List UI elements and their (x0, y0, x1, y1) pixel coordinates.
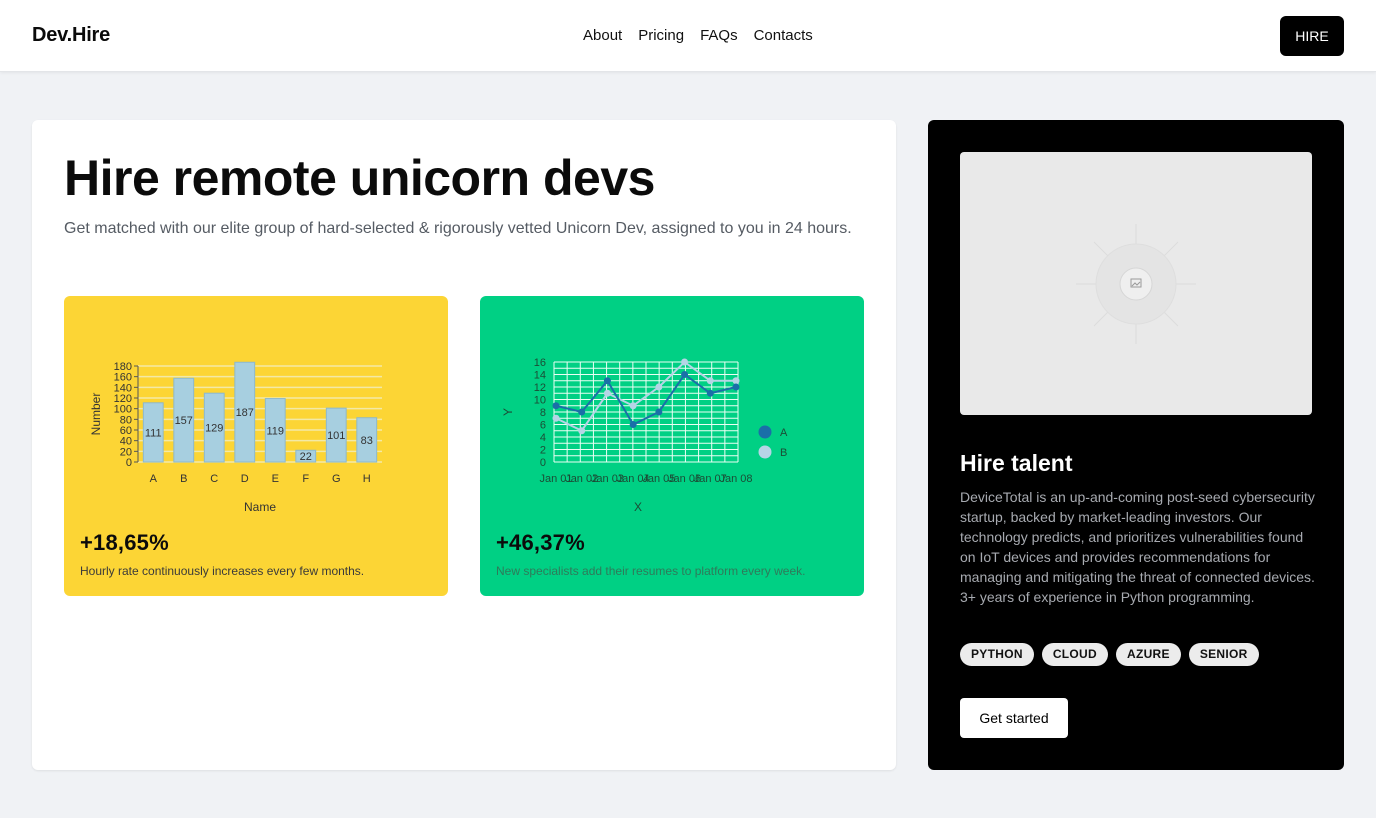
legend-marker-A (758, 425, 772, 439)
hero-card: Hire remote unicorn devs Get matched wit… (32, 120, 896, 770)
stat-value-hourly: +18,65% (80, 530, 169, 555)
line-point-A (578, 408, 586, 416)
bar-x-tick-label: E (272, 473, 279, 485)
bar-y-tick-label: 0 (126, 457, 132, 469)
line-y-tick-label: 6 (540, 420, 546, 432)
main-nav: About Pricing FAQs Contacts (575, 26, 821, 46)
legend-label-A: A (780, 427, 788, 439)
nav-pricing[interactable]: Pricing (630, 26, 692, 46)
bar-x-axis-label: Name (244, 500, 276, 514)
bar-y-tick-label: 120 (114, 393, 132, 405)
bar-x-tick-label: H (363, 473, 371, 485)
bar-data-label: 157 (175, 415, 193, 427)
hero-subtitle: Get matched with our elite group of hard… (64, 220, 852, 237)
get-started-button[interactable]: Get started (960, 698, 1068, 738)
line-point-B (655, 383, 663, 391)
bar-y-tick-label: 80 (120, 414, 132, 426)
bar-data-label: 83 (361, 435, 373, 447)
line-point-B (732, 377, 740, 385)
bar-data-label: 22 (300, 451, 312, 463)
bar-data-label: 129 (205, 423, 223, 435)
tag-python: PYTHON (960, 643, 1034, 666)
bar-y-tick-label: 40 (120, 436, 132, 448)
line-point-A (552, 402, 560, 410)
line-y-tick-label: 12 (534, 382, 546, 394)
bar-chart: 020406080100120140160180 111 A 157 B 129 C 187 D… (89, 361, 382, 514)
line-y-tick-label: 14 (534, 370, 546, 382)
skill-tags: PYTHON CLOUD AZURE SENIOR (960, 643, 1259, 666)
line-y-tick-label: 2 (540, 445, 546, 457)
stat-value-specialists: +46,37% (496, 530, 585, 555)
bar-y-tick-label: 100 (114, 404, 132, 416)
bar-x-tick-label: D (241, 473, 249, 485)
legend-label-B: B (780, 447, 787, 459)
line-point-A (603, 377, 611, 385)
tag-azure: AZURE (1115, 643, 1181, 666)
nav-faqs[interactable]: FAQs (692, 26, 746, 46)
hourly-rate-card: 0 20 40 60 80 100 120 140 160 180 111 A 157 B 129 C 187 D… (64, 296, 448, 596)
bar-y-tick-label: 140 (114, 382, 132, 394)
line-point-A (681, 371, 689, 378)
side-title: Hire talent (960, 450, 1073, 476)
top-navbar: Dev.Hire About Pricing FAQs Contacts HIR… (0, 0, 1376, 72)
hero-title: Hire remote unicorn devs (64, 150, 655, 206)
nav-about[interactable]: About (575, 26, 630, 46)
line-y-tick-label: 8 (540, 407, 546, 419)
line-chart: 0246810121416Jan 01Jan 02Jan 03Jan 04Jan… (501, 357, 788, 514)
bar-x-tick-label: B (180, 473, 187, 485)
line-point-B (681, 358, 689, 366)
line-point-A (732, 383, 740, 391)
line-y-axis-label: Y (501, 408, 515, 416)
bar-data-label: 187 (236, 407, 254, 419)
tag-senior: SENIOR (1188, 643, 1259, 666)
line-point-A (629, 421, 637, 428)
bar-y-tick-label: 60 (120, 425, 132, 437)
bar-data-label: 111 (145, 427, 162, 439)
line-point-B (603, 389, 611, 397)
bar-y-tick-label: 20 (120, 446, 132, 458)
line-y-tick-label: 0 (540, 457, 546, 469)
line-point-B (552, 414, 560, 422)
line-point-B (578, 427, 586, 435)
bar-y-tick-label: 180 (114, 361, 132, 373)
image-placeholder (960, 152, 1312, 415)
specialists-card: 0 2 4 6 8 10 12 14 16 Jan 01 Jan 02 Jan 03 Jan 04 Jan… (480, 296, 864, 596)
logo[interactable]: Dev.Hire (32, 24, 110, 47)
legend-marker-B (758, 445, 772, 459)
bar-x-tick-label: C (210, 473, 218, 485)
line-y-tick-label: 10 (534, 395, 546, 407)
bar-data-label: 119 (266, 425, 284, 437)
nav-contacts[interactable]: Contacts (746, 26, 821, 46)
line-x-tick-label: Jan 08 (719, 473, 752, 485)
hire-talent-card: Hire talent DeviceTotal is an up-and-com… (928, 120, 1344, 770)
line-x-axis-label: X (634, 500, 642, 514)
line-point-A (706, 389, 714, 397)
line-point-B (706, 377, 714, 385)
bar-data-label: 101 (327, 430, 345, 442)
stat-desc-hourly: Hourly rate continuously increases every… (80, 564, 365, 578)
side-description: DeviceTotal is an up-and-coming post-see… (960, 489, 1315, 605)
bar-y-axis-label: Number (89, 393, 103, 436)
bar-x-tick-label: G (332, 473, 341, 485)
tag-cloud: CLOUD (1041, 643, 1108, 666)
bar-x-tick-label: A (150, 473, 158, 485)
bar-y-tick-label: 160 (114, 372, 132, 384)
line-y-tick-label: 4 (540, 432, 546, 444)
line-point-B (629, 402, 637, 410)
image-icon (1076, 224, 1196, 344)
line-y-tick-label: 16 (534, 357, 546, 369)
bar-x-tick-label: F (302, 473, 309, 485)
stat-desc-specialists: New specialists add their resumes to pla… (496, 564, 806, 578)
hire-button[interactable]: HIRE (1280, 16, 1344, 56)
line-point-A (655, 408, 663, 416)
